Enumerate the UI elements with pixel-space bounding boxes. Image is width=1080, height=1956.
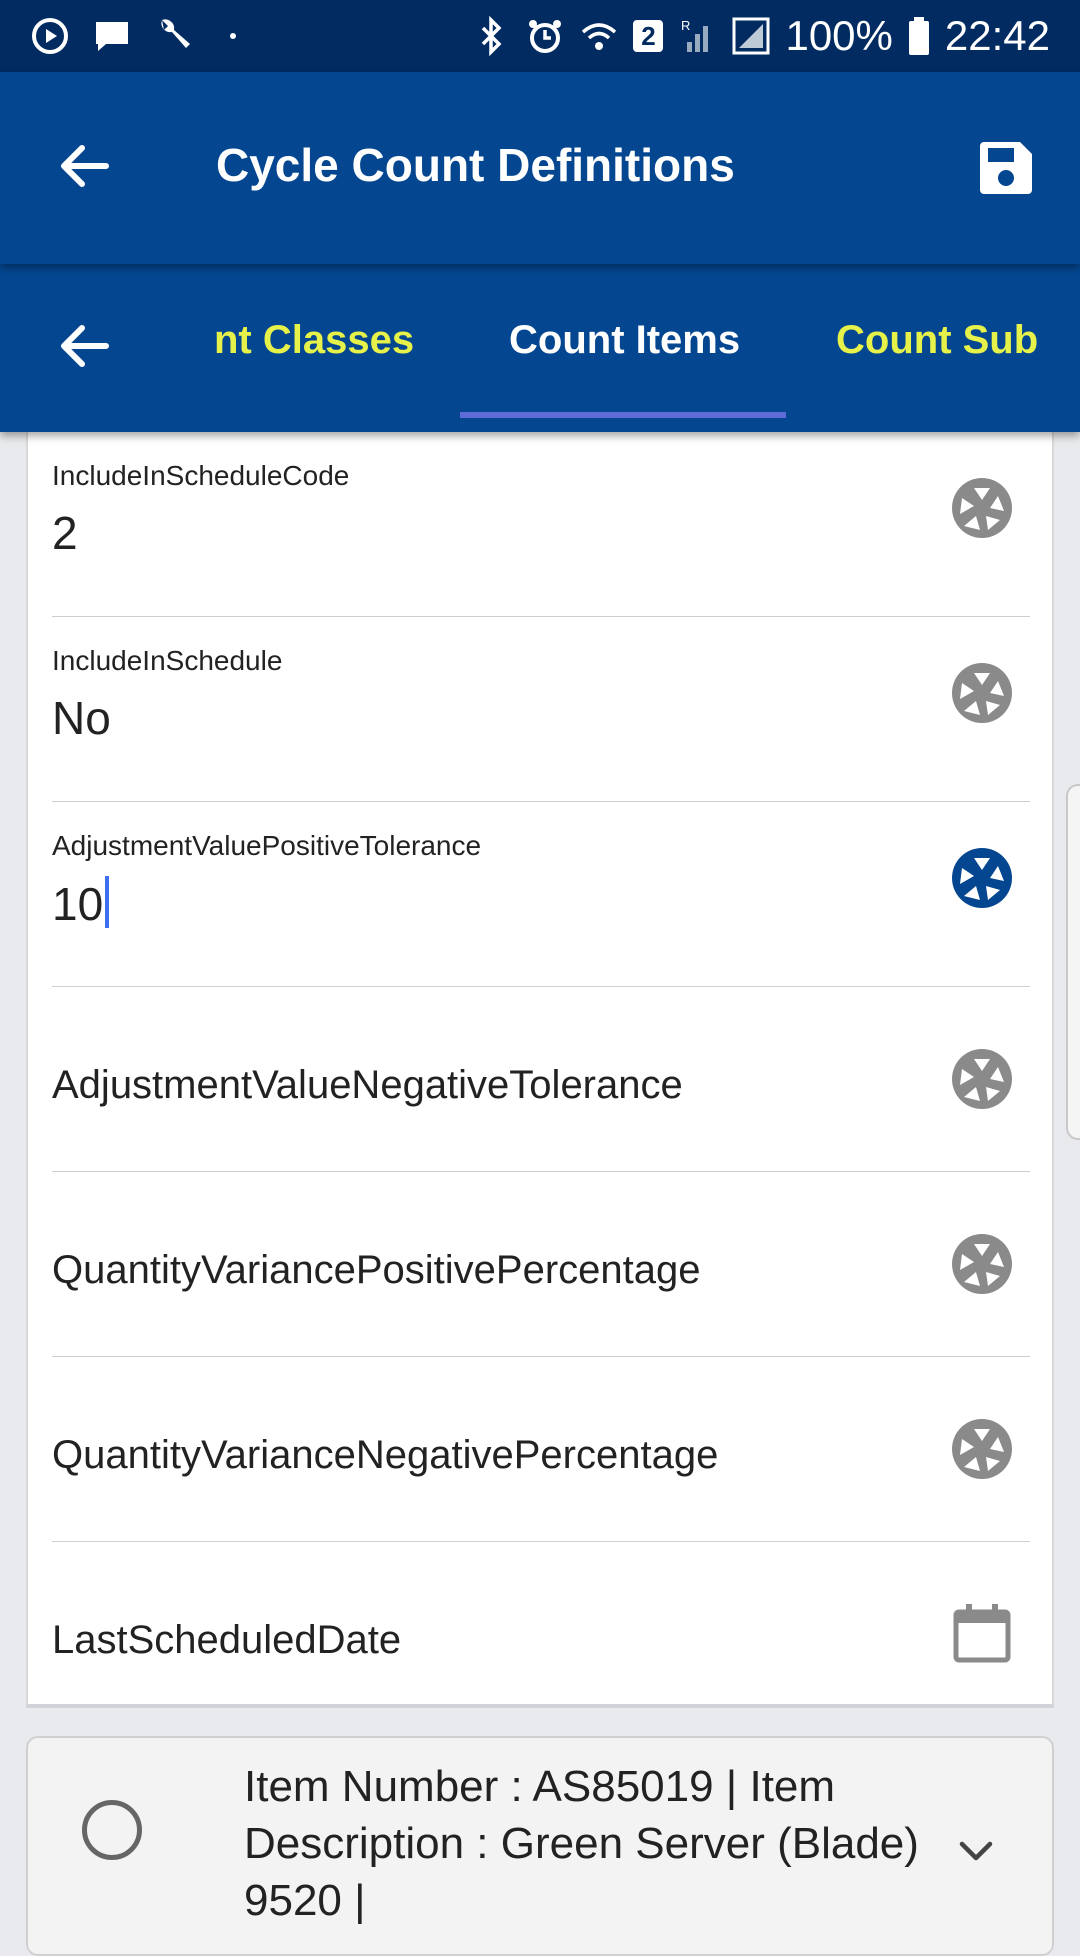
calendar-icon[interactable] [950, 1602, 1014, 1666]
status-left-icons [30, 16, 236, 56]
field-quantity-variance-negative-percentage[interactable]: QuantityVarianceNegativePercentage [52, 1357, 1030, 1542]
field-value-text: 10 [52, 878, 104, 930]
signal-roaming-icon: R [681, 18, 709, 52]
back-arrow-icon[interactable] [52, 134, 116, 198]
media-play-icon [32, 18, 68, 54]
camera-shutter-icon[interactable] [950, 661, 1014, 725]
signal-strength-icon [732, 17, 770, 55]
tab-back-arrow-icon[interactable] [52, 314, 116, 378]
field-placeholder-label: QuantityVariancePositivePercentage [52, 1248, 701, 1292]
camera-shutter-icon[interactable] [950, 476, 1014, 540]
field-last-scheduled-date[interactable]: LastScheduledDate [52, 1542, 1030, 1727]
field-quantity-variance-positive-percentage[interactable]: QuantityVariancePositivePercentage [52, 1172, 1030, 1357]
wifi-icon [582, 23, 617, 50]
field-label: AdjustmentValuePositiveTolerance [52, 830, 482, 861]
tab-bar: nt Classes Count Items Count Sub [0, 264, 1080, 432]
app-bar: Cycle Count Definitions [0, 72, 1080, 264]
battery-percent: 100% [785, 12, 893, 59]
tab-count-classes[interactable]: nt Classes [214, 318, 414, 363]
message-icon [96, 22, 128, 51]
field-value[interactable]: 2 [52, 506, 78, 560]
item-card[interactable]: Item Number : AS85019 | Item Description… [26, 1736, 1054, 1956]
field-placeholder-label: QuantityVarianceNegativePercentage [52, 1433, 719, 1477]
notification-dot [230, 33, 236, 39]
field-input-focused[interactable]: 10 [52, 876, 110, 931]
svg-text:R: R [681, 18, 690, 33]
tab-count-sub[interactable]: Count Sub [836, 318, 1038, 363]
field-label: IncludeInScheduleCode [52, 460, 350, 491]
text-caret [105, 876, 110, 928]
field-adjustment-value-negative-tolerance[interactable]: AdjustmentValueNegativeTolerance [52, 987, 1030, 1172]
camera-shutter-icon[interactable] [950, 1047, 1014, 1111]
field-adjustment-value-positive-tolerance[interactable]: AdjustmentValuePositiveTolerance 10 [52, 802, 1030, 987]
side-drawer-handle[interactable] [1066, 784, 1080, 1140]
wrench-icon [161, 19, 190, 48]
field-placeholder-label: AdjustmentValueNegativeTolerance [52, 1063, 683, 1107]
camera-shutter-icon-active[interactable] [950, 846, 1014, 910]
status-bar: 2 R 100% 22:42 [0, 0, 1080, 72]
field-label: IncludeInSchedule [52, 645, 283, 676]
field-include-in-schedule[interactable]: IncludeInSchedule No [52, 617, 1030, 802]
save-icon[interactable] [976, 138, 1036, 198]
bluetooth-icon [482, 16, 502, 56]
chevron-down-icon[interactable] [952, 1826, 1000, 1874]
field-placeholder-label: LastScheduledDate [52, 1618, 402, 1662]
field-value[interactable]: No [52, 691, 111, 745]
battery-icon [908, 17, 929, 55]
notification-count-badge: 2 [633, 20, 664, 52]
clock: 22:42 [944, 12, 1050, 59]
page-title: Cycle Count Definitions [216, 139, 735, 191]
status-right-icons: 2 R 100% 22:42 [471, 12, 1050, 60]
alarm-icon [529, 20, 562, 53]
field-include-in-schedule-code[interactable]: IncludeInScheduleCode 2 [52, 432, 1030, 617]
tab-count-items[interactable]: Count Items [509, 318, 740, 363]
camera-shutter-icon[interactable] [950, 1417, 1014, 1481]
form-card: IncludeInScheduleCode 2 IncludeInSchedul… [26, 432, 1054, 1708]
active-tab-indicator [460, 412, 786, 418]
item-summary-text: Item Number : AS85019 | Item Description… [244, 1762, 919, 1925]
camera-shutter-icon[interactable] [950, 1232, 1014, 1296]
item-select-radio[interactable] [82, 1800, 142, 1860]
